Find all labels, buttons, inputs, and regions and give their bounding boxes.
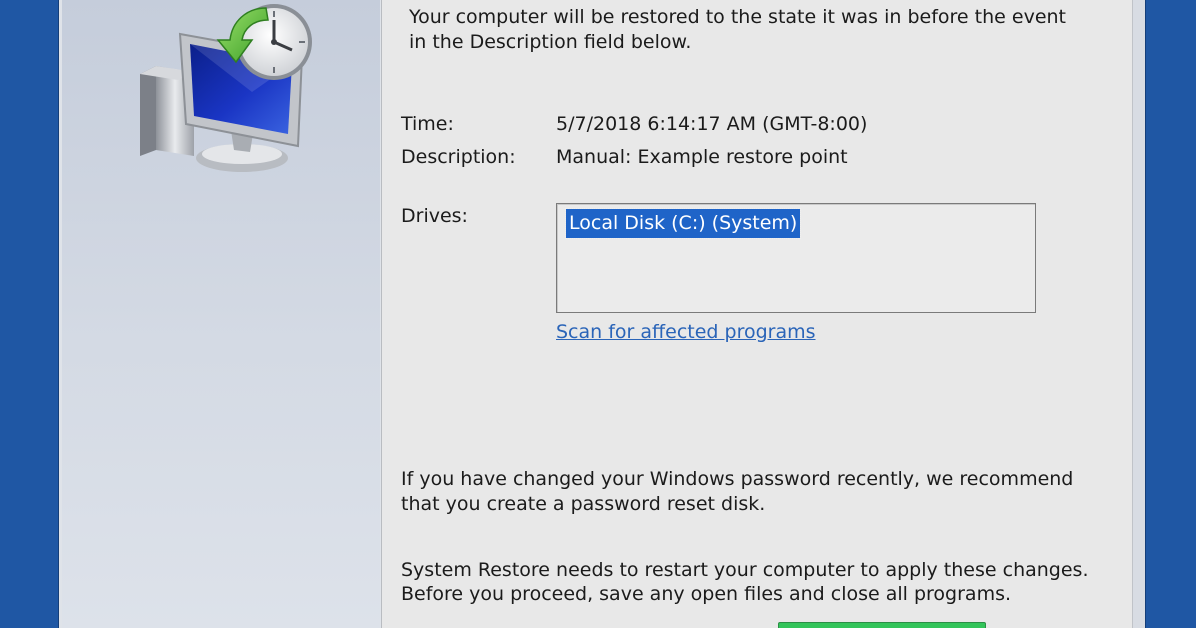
window-edge — [1132, 0, 1145, 628]
description-value: Manual: Example restore point — [556, 146, 848, 168]
time-value: 5/7/2018 6:14:17 AM (GMT-8:00) — [556, 113, 868, 135]
password-note-line1: If you have changed your Windows passwor… — [401, 468, 1074, 490]
time-label: Time: — [401, 113, 454, 135]
restart-note-line2: Before you proceed, save any open files … — [401, 583, 1012, 605]
finish-button[interactable] — [778, 622, 986, 628]
intro-text-line1: Your computer will be restored to the st… — [409, 6, 1066, 28]
intro-text-line2: in the Description field below. — [409, 31, 692, 53]
scan-affected-programs-link[interactable]: Scan for affected programs — [556, 319, 816, 345]
content-panel — [381, 0, 1133, 628]
drives-label: Drives: — [401, 205, 468, 227]
restart-note-line1: System Restore needs to restart your com… — [401, 559, 1089, 581]
screen: Your computer will be restored to the st… — [0, 0, 1196, 628]
password-note-line2: that you create a password reset disk. — [401, 493, 766, 515]
description-label: Description: — [401, 146, 516, 168]
drive-item-local-disk-c[interactable]: Local Disk (C:) (System) — [564, 208, 802, 239]
system-restore-icon — [140, 4, 312, 172]
